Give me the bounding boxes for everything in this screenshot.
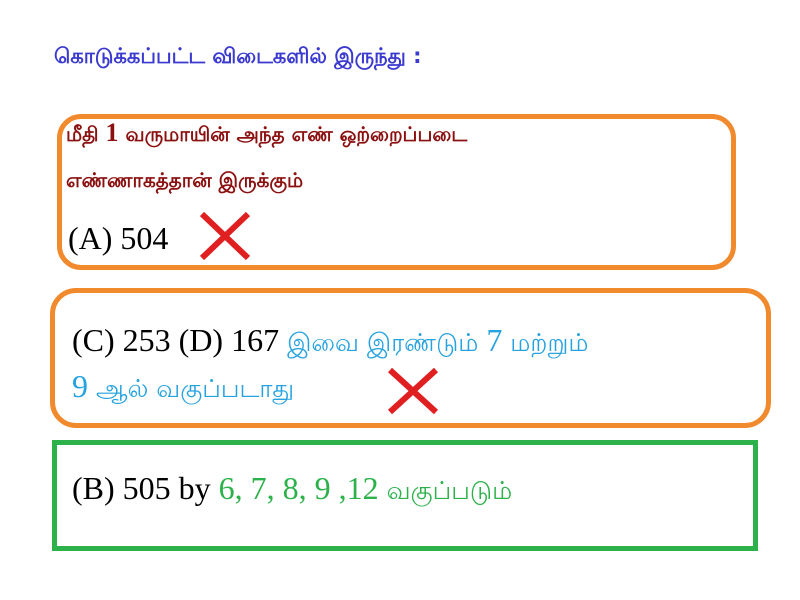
option-b-text: வகுப்படும் bbox=[378, 476, 513, 505]
option-cd-line-2: 9 ஆல் வகுப்படாது bbox=[72, 368, 294, 407]
option-cd-text-2: மற்றும் bbox=[502, 328, 589, 357]
divisors-list: 6, 7, 8, 9 ,12 bbox=[218, 470, 379, 506]
divisor-nine: 9 bbox=[72, 368, 88, 404]
option-b-label: (B) 505 by bbox=[72, 470, 219, 506]
remainder-number: 1 bbox=[105, 118, 119, 147]
cross-mark-icon bbox=[387, 367, 439, 415]
option-cd-line-1: (C) 253 (D) 167 இவை இரண்டும் 7 மற்றும் bbox=[72, 322, 588, 361]
option-cd-label: (C) 253 (D) 167 bbox=[72, 322, 288, 358]
option-a-label: (A) 504 bbox=[68, 220, 169, 256]
remainder-rule-line-1: மீதி 1 வருமாயின் அந்த எண் ஒற்றைப்படை bbox=[66, 118, 467, 149]
rule-text-b: வருமாயின் அந்த எண் ஒற்றைப்படை bbox=[118, 122, 468, 146]
heading-title: கொடுக்கப்பட்ட விடைகளில் இருந்து : bbox=[54, 44, 422, 68]
remainder-rule-line-2: எண்ணாகத்தான் இருக்கும் bbox=[66, 168, 304, 192]
option-cd-text-1: இவை இரண்டும் bbox=[287, 328, 487, 357]
cross-mark-icon bbox=[199, 211, 251, 261]
option-b-line: (B) 505 by 6, 7, 8, 9 ,12 வகுப்படும் bbox=[72, 470, 512, 509]
option-cd-text-3: ஆல் வகுப்படாது bbox=[88, 374, 295, 403]
rule-text-a: மீதி bbox=[66, 122, 106, 146]
divisor-seven: 7 bbox=[486, 322, 503, 358]
